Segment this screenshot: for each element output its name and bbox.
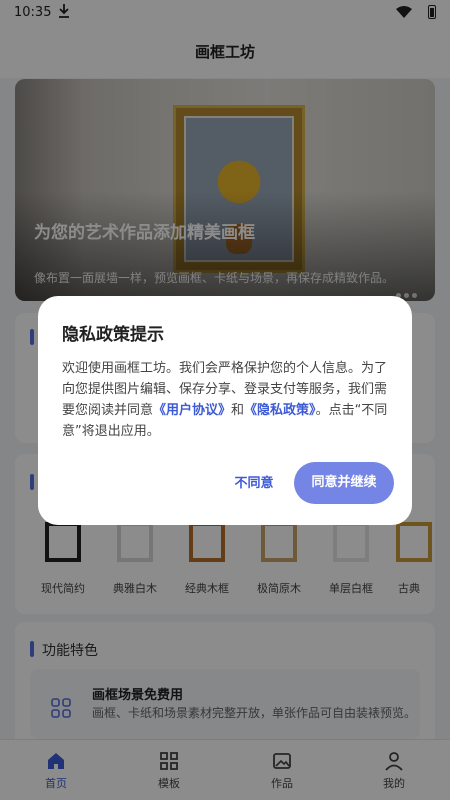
accept-button[interactable]: 同意并继续 bbox=[294, 462, 394, 504]
privacy-link[interactable]: 《隐私政策》 bbox=[244, 403, 316, 418]
decline-button[interactable]: 不同意 bbox=[224, 466, 284, 502]
privacy-dialog: 隐私政策提示 欢迎使用画框工坊。我们会严格保护您的个人信息。为了向您提供图片编辑… bbox=[38, 296, 412, 525]
dialog-title: 隐私政策提示 bbox=[62, 325, 164, 345]
dialog-body: 欢迎使用画框工坊。我们会严格保护您的个人信息。为了向您提供图片编辑、保存分享、登… bbox=[62, 361, 388, 439]
terms-link[interactable]: 《用户协议》 bbox=[153, 403, 231, 418]
